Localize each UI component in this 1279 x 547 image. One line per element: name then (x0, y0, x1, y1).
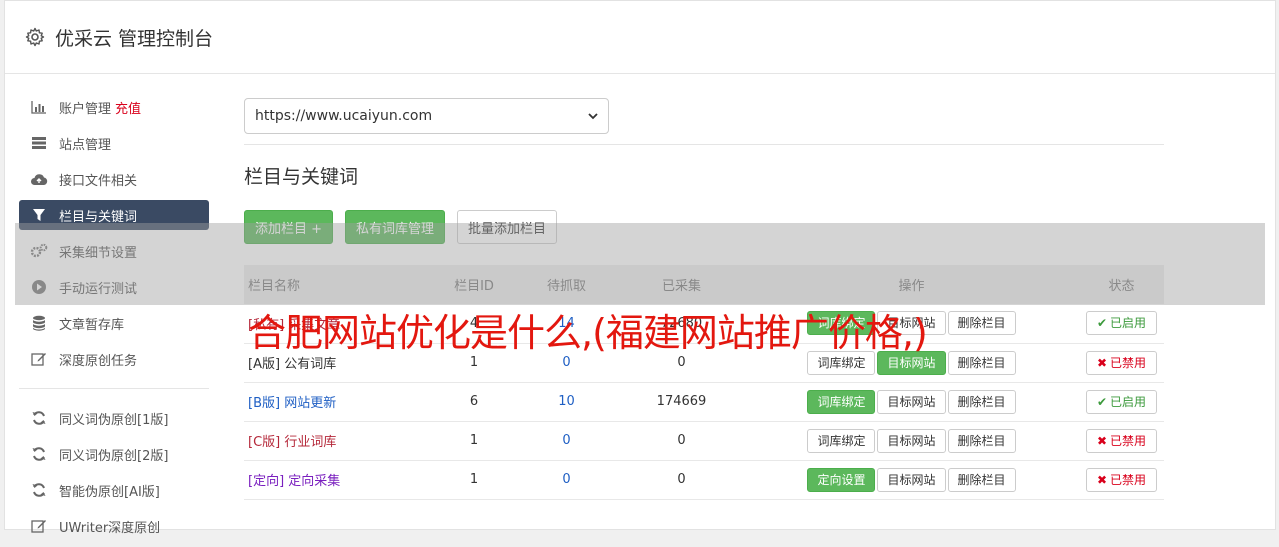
sidebar-item-label: 同义词伪原创[2版] (59, 448, 169, 464)
sidebar-item-label: 文章暂存库 (59, 317, 125, 333)
dict-bind-button[interactable]: 词库绑定 (807, 428, 876, 453)
status-cell: ✔ 已启用 (1079, 382, 1164, 422)
gray-overlay-band (15, 223, 1265, 305)
status-badge[interactable]: ✖ 已禁用 (1085, 428, 1158, 453)
status-badge[interactable]: ✖ 已禁用 (1085, 467, 1158, 492)
table-row: [定向] 定向采集 1 0 0 定向设置 目标网站 删除栏目 ✖ 已禁用 (244, 460, 1164, 500)
divider (244, 144, 1164, 145)
sidebar-item-article-store[interactable]: 文章暂存库 (19, 308, 209, 338)
target-site-button[interactable]: 目标网站 (877, 467, 946, 492)
column-id: 1 (434, 421, 514, 461)
sidebar-item-label: 深度原创任务 (59, 353, 138, 369)
status-cell: ✖ 已禁用 (1079, 460, 1164, 500)
sidebar-item-sites[interactable]: 站点管理 (19, 128, 209, 158)
app-title: 优采云 管理控制台 (55, 27, 214, 50)
sidebar-item-label: 接口文件相关 (59, 173, 138, 189)
bar-chart-icon (30, 99, 48, 115)
sidebar-item-synonym-v2[interactable]: 同义词伪原创[2版] (19, 439, 209, 469)
close-icon: ✖ (1096, 433, 1108, 448)
status-badge[interactable]: ✔ 已启用 (1085, 311, 1158, 336)
delete-column-button[interactable]: 删除栏目 (947, 467, 1016, 492)
column-link[interactable]: [A版] 公有词库 (248, 357, 336, 372)
sidebar-item-deep-original[interactable]: 深度原创任务 (19, 344, 209, 374)
sidebar-item-label: 智能伪原创[AI版] (59, 484, 160, 500)
close-icon: ✖ (1096, 472, 1108, 487)
edit-icon (30, 351, 48, 367)
target-site-button[interactable]: 目标网站 (877, 389, 946, 414)
pending-count[interactable]: 10 (514, 382, 619, 422)
refresh-icon (30, 410, 48, 426)
table-row: [C版] 行业词库 1 0 0 词库绑定 目标网站 删除栏目 ✖ 已禁用 (244, 421, 1164, 461)
actions-cell: 定向设置 目标网站 删除栏目 (744, 460, 1079, 500)
sidebar-item-label: 账户管理 (59, 101, 112, 117)
sidebar-item-label: UWriter深度原创 (59, 520, 161, 536)
column-name-cell: [定向] 定向采集 (244, 460, 434, 500)
column-link[interactable]: [C版] 行业词库 (248, 435, 336, 450)
server-icon (30, 135, 48, 151)
column-id: 6 (434, 382, 514, 422)
status-cell: ✖ 已禁用 (1079, 421, 1164, 461)
sidebar-item-synonym-v1[interactable]: 同义词伪原创[1版] (19, 403, 209, 433)
chevron-down-icon (588, 113, 598, 120)
directed-settings-button[interactable]: 定向设置 (807, 467, 876, 492)
column-name-cell: [C版] 行业词库 (244, 421, 434, 461)
pending-count[interactable]: 0 (514, 460, 619, 500)
table-row: [B版] 网站更新 6 10 174669 词库绑定 目标网站 删除栏目 ✔ 已启用 (244, 382, 1164, 422)
watermark-text: 合肥网站优化是什么,(福建网站推广价格,) (248, 311, 928, 355)
sidebar-item-label: 同义词伪原创[1版] (59, 412, 169, 428)
delete-column-button[interactable]: 删除栏目 (947, 350, 1016, 375)
collected-count: 0 (619, 460, 744, 500)
section-title: 栏目与关键词 (244, 166, 359, 188)
dict-bind-button[interactable]: 词库绑定 (807, 389, 876, 414)
check-icon: ✔ (1096, 316, 1108, 331)
recharge-link[interactable]: 充值 (115, 98, 141, 117)
column-link[interactable]: [B版] 网站更新 (248, 396, 336, 411)
sidebar-item-ai-original[interactable]: 智能伪原创[AI版] (19, 475, 209, 505)
column-id: 1 (434, 460, 514, 500)
cloud-upload-icon (30, 171, 48, 187)
gear-icon (25, 27, 45, 47)
status-badge[interactable]: ✔ 已启用 (1085, 389, 1158, 414)
site-select-value: https://www.ucaiyun.com (255, 108, 433, 124)
sidebar-item-uwriter[interactable]: UWriter深度原创 (19, 511, 209, 541)
status-cell: ✖ 已禁用 (1079, 343, 1164, 383)
database-icon (30, 315, 48, 331)
close-icon: ✖ (1096, 355, 1108, 370)
refresh-icon (30, 446, 48, 462)
sidebar-divider (19, 388, 209, 389)
collected-count: 0 (619, 421, 744, 461)
actions-cell: 词库绑定 目标网站 删除栏目 (744, 421, 1079, 461)
collected-count: 174669 (619, 382, 744, 422)
pending-count[interactable]: 0 (514, 421, 619, 461)
sidebar: 账户管理 充值 站点管理 接口文件相关 栏目与关键词 采集细节设置 手动运行测试 (19, 92, 209, 547)
site-select[interactable]: https://www.ucaiyun.com (244, 98, 609, 134)
filter-icon (30, 207, 48, 223)
column-name-cell: [B版] 网站更新 (244, 382, 434, 422)
check-icon: ✔ (1096, 394, 1108, 409)
status-cell: ✔ 已启用 (1079, 304, 1164, 344)
actions-cell: 词库绑定 目标网站 删除栏目 (744, 382, 1079, 422)
sidebar-item-interface[interactable]: 接口文件相关 (19, 164, 209, 194)
status-badge[interactable]: ✖ 已禁用 (1085, 350, 1158, 375)
sidebar-item-label: 栏目与关键词 (59, 209, 138, 225)
delete-column-button[interactable]: 删除栏目 (947, 428, 1016, 453)
target-site-button[interactable]: 目标网站 (877, 428, 946, 453)
sidebar-item-account[interactable]: 账户管理 充值 (19, 92, 209, 122)
header: 优采云 管理控制台 (5, 1, 1275, 74)
edit-icon (30, 518, 48, 534)
column-link[interactable]: [定向] 定向采集 (248, 474, 340, 489)
refresh-icon (30, 482, 48, 498)
delete-column-button[interactable]: 删除栏目 (947, 311, 1016, 336)
delete-column-button[interactable]: 删除栏目 (947, 389, 1016, 414)
sidebar-item-label: 站点管理 (59, 137, 112, 153)
